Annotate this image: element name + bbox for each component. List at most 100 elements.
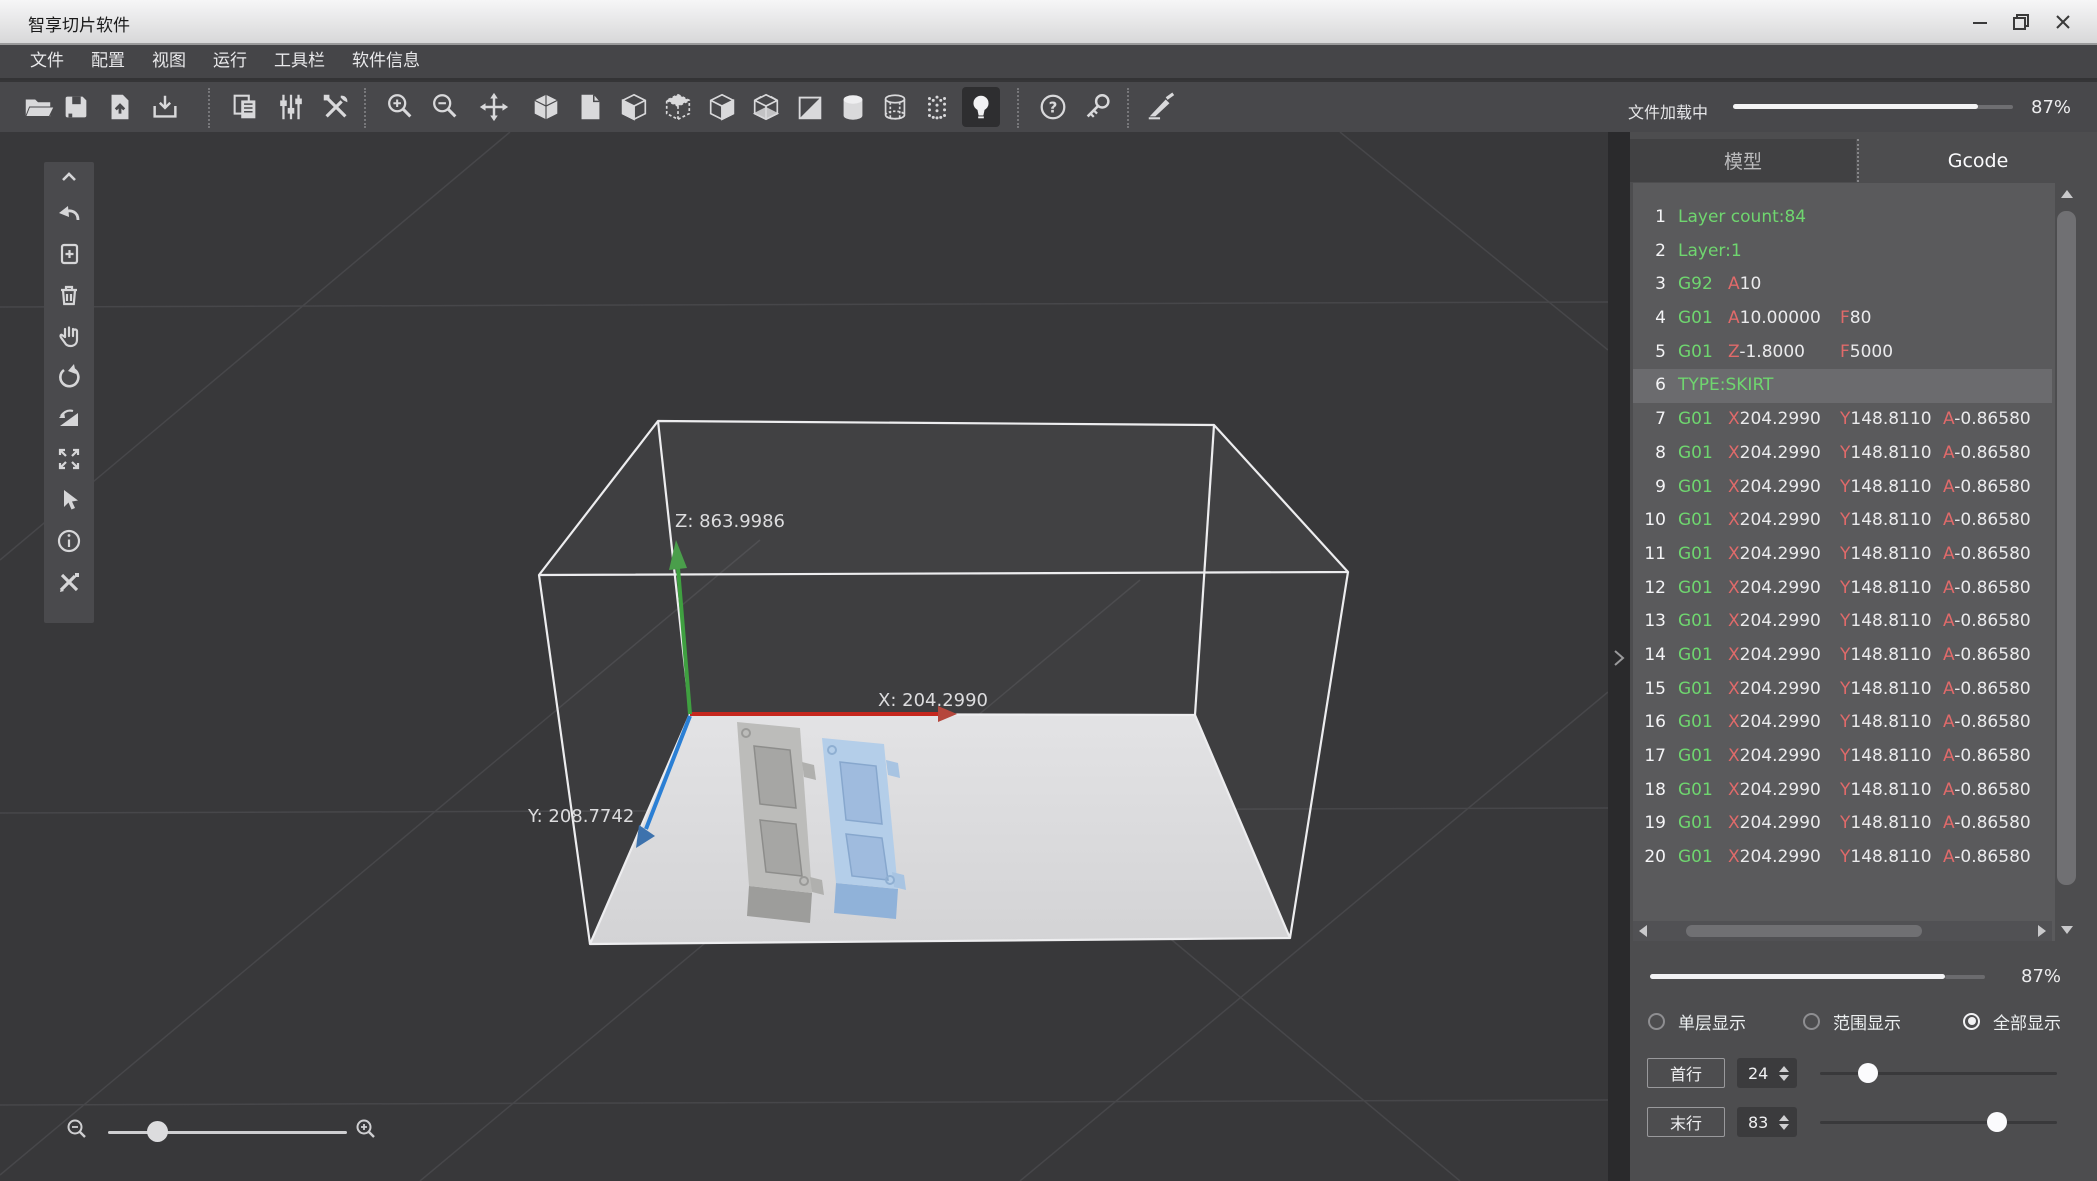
tab-gcode[interactable]: Gcode: [1857, 139, 2097, 182]
view-cube-front-button[interactable]: [705, 90, 739, 124]
gcode-line[interactable]: 13G01X204.2990Y148.8110A-0.86580: [1633, 605, 2052, 639]
gcode-line[interactable]: 17G01X204.2990Y148.8110A-0.86580: [1633, 740, 2052, 774]
viewport-zoom-track[interactable]: [108, 1131, 347, 1134]
gcode-line[interactable]: 7G01X204.2990Y148.8110A-0.86580: [1633, 403, 2052, 437]
view-sheet-button[interactable]: [573, 90, 607, 124]
menu-file[interactable]: 文件: [30, 44, 64, 79]
viewport-zoom-handle[interactable]: [147, 1121, 168, 1142]
gcode-line[interactable]: 16G01X204.2990Y148.8110A-0.86580: [1633, 706, 2052, 740]
viewport-zoom-in-button[interactable]: [355, 1118, 377, 1146]
gcode-line[interactable]: 12G01X204.2990Y148.8110A-0.86580: [1633, 572, 2052, 606]
close-button[interactable]: [2046, 8, 2080, 36]
gcode-line[interactable]: 20G01X204.2990Y148.8110A-0.86580: [1633, 841, 2052, 875]
open-file-button[interactable]: [21, 90, 55, 124]
gcode-line[interactable]: 3G92A10: [1633, 268, 2052, 302]
tab-model[interactable]: 模型: [1630, 139, 1856, 182]
help-button[interactable]: ?: [1036, 90, 1070, 124]
gcode-line[interactable]: 11G01X204.2990Y148.8110A-0.86580: [1633, 538, 2052, 572]
pan-button[interactable]: [49, 315, 89, 356]
menu-toolbar[interactable]: 工具栏: [274, 44, 325, 79]
panel-collapse-button[interactable]: [1611, 648, 1627, 668]
license-key-button[interactable]: [1081, 90, 1115, 124]
gcode-progress-fill[interactable]: [1650, 974, 1945, 979]
first-line-slider-handle[interactable]: [1858, 1063, 1878, 1083]
gcode-line[interactable]: 10G01X204.2990Y148.8110A-0.86580: [1633, 504, 2052, 538]
parameter-sliders-button[interactable]: [274, 90, 308, 124]
add-copy-button[interactable]: [49, 233, 89, 274]
gcode-horizontal-scrollbar[interactable]: [1633, 921, 2052, 941]
radio-single-layer[interactable]: 单层显示: [1648, 1004, 1746, 1038]
scroll-left-icon[interactable]: [1639, 925, 1647, 937]
zoom-out-button[interactable]: [428, 90, 462, 124]
view-cylinder-points-button[interactable]: [920, 90, 954, 124]
menu-run[interactable]: 运行: [213, 44, 247, 79]
menu-view[interactable]: 视图: [152, 44, 186, 79]
viewport-3d[interactable]: Z: 863.9986 X: 204.2990 Y: 208.7742: [0, 132, 1608, 1181]
gcode-line[interactable]: 8G01X204.2990Y148.8110A-0.86580: [1633, 437, 2052, 471]
spinner-arrows-icon[interactable]: [1779, 1066, 1789, 1081]
minimize-button[interactable]: [1963, 8, 1997, 36]
gcode-line[interactable]: 6TYPE:SKIRT: [1633, 369, 2052, 403]
menu-config[interactable]: 配置: [91, 44, 125, 79]
scroll-up-icon[interactable]: [2061, 190, 2073, 198]
loading-percent: 87%: [2031, 97, 2071, 118]
viewport-zoom-out-button[interactable]: [66, 1118, 88, 1146]
tools-button[interactable]: [319, 90, 353, 124]
last-line-spinner[interactable]: 83: [1737, 1107, 1797, 1137]
export-gcode-button[interactable]: [148, 90, 182, 124]
view-cube-solid-button[interactable]: [529, 90, 563, 124]
gcode-line[interactable]: 14G01X204.2990Y148.8110A-0.86580: [1633, 639, 2052, 673]
scroll-right-icon[interactable]: [2038, 925, 2046, 937]
import-model-button[interactable]: [103, 90, 137, 124]
last-line-slider-track[interactable]: [1820, 1121, 2057, 1124]
collapse-up-button[interactable]: [49, 162, 89, 192]
gcode-line[interactable]: 15G01X204.2990Y148.8110A-0.86580: [1633, 673, 2052, 707]
select-button[interactable]: [49, 479, 89, 520]
first-line-slider-track[interactable]: [1820, 1072, 2057, 1075]
undo-button[interactable]: [49, 192, 89, 233]
fit-view-button[interactable]: [49, 438, 89, 479]
radio-range-display-label: 范围显示: [1833, 1009, 1901, 1034]
edit-tools-button[interactable]: [49, 561, 89, 602]
gcode-line[interactable]: 2Layer:1: [1633, 235, 2052, 269]
move-view-button[interactable]: [477, 90, 511, 124]
restore-button[interactable]: [2004, 8, 2038, 36]
spinner-arrows-icon[interactable]: [1779, 1115, 1789, 1130]
last-line-slider-handle[interactable]: [1987, 1112, 2007, 1132]
duplicate-button[interactable]: [228, 90, 262, 124]
radio-show-all[interactable]: 全部显示: [1963, 1004, 2061, 1038]
gcode-line[interactable]: 19G01X204.2990Y148.8110A-0.86580: [1633, 807, 2052, 841]
save-button[interactable]: [59, 90, 93, 124]
view-cube-open-button[interactable]: [749, 90, 783, 124]
gcode-line[interactable]: 4G01A10.00000F80: [1633, 302, 2052, 336]
view-cube-half-button[interactable]: [793, 90, 827, 124]
view-cylinder-wire-button[interactable]: [878, 90, 912, 124]
vertical-scroll-thumb[interactable]: [2057, 211, 2076, 885]
view-cube-dashed-button[interactable]: [661, 90, 695, 124]
view-cube-dashed-icon: [662, 91, 694, 123]
menu-about[interactable]: 软件信息: [352, 44, 420, 79]
gcode-line[interactable]: 9G01X204.2990Y148.8110A-0.86580: [1633, 471, 2052, 505]
zoom-in-button[interactable]: [383, 90, 417, 124]
info-button[interactable]: [49, 520, 89, 561]
last-line-button[interactable]: 末行: [1647, 1107, 1725, 1137]
radio-range-display[interactable]: 范围显示: [1803, 1004, 1901, 1038]
cut-tool-button[interactable]: [1144, 90, 1178, 124]
light-button[interactable]: [962, 87, 1000, 127]
view-cylinder-solid-button[interactable]: [836, 90, 870, 124]
delete-button[interactable]: [49, 274, 89, 315]
mirror-button[interactable]: [49, 397, 89, 438]
scroll-down-icon[interactable]: [2061, 926, 2073, 934]
horizontal-scroll-thumb[interactable]: [1686, 925, 1922, 937]
gcode-line[interactable]: 18G01X204.2990Y148.8110A-0.86580: [1633, 774, 2052, 808]
add-copy-icon: [56, 241, 82, 267]
gcode-line[interactable]: 1Layer count:84: [1633, 201, 2052, 235]
view-cube-left-button[interactable]: [617, 90, 651, 124]
gcode-line[interactable]: 5G01Z-1.8000F5000: [1633, 336, 2052, 370]
gcode-vertical-scrollbar[interactable]: [2055, 183, 2078, 941]
gcode-list[interactable]: 1Layer count:842Layer:13G92A104G01A10.00…: [1633, 183, 2078, 941]
rotate-button[interactable]: [49, 356, 89, 397]
first-line-button[interactable]: 首行: [1647, 1058, 1725, 1088]
first-line-spinner[interactable]: 24: [1737, 1058, 1797, 1088]
gcode-progress-track[interactable]: [1945, 975, 1985, 979]
